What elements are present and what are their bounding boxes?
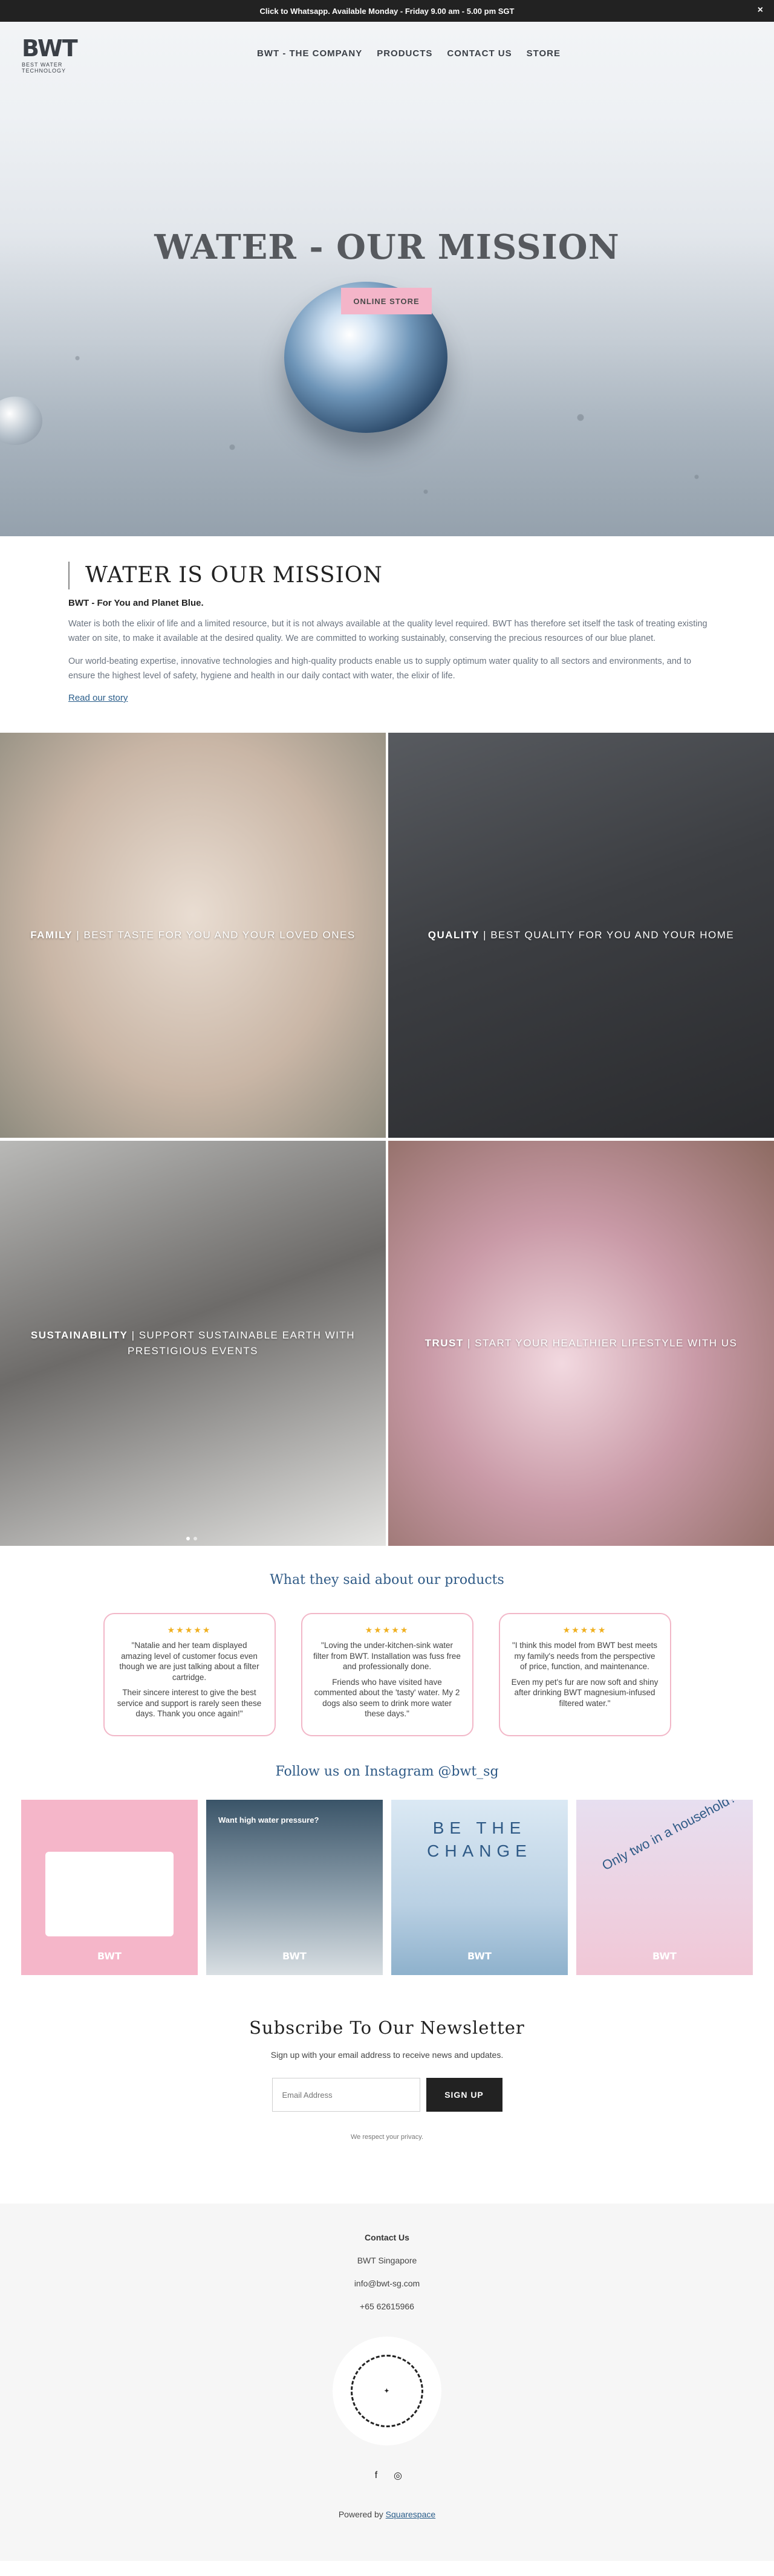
privacy-note: We respect your privacy. — [350, 2133, 424, 2141]
logo-mark: BWT — [22, 35, 78, 62]
announcement-text[interactable]: Click to Whatsapp. Available Monday - Fr… — [260, 7, 515, 16]
star-rating-icon: ★★★★★ — [167, 1625, 212, 1635]
nav-link-company[interactable]: BWT - THE COMPANY — [257, 48, 362, 59]
tile-caption: FAMILY | BEST TASTE FOR YOU AND YOUR LOV… — [18, 927, 368, 943]
testimonials-section: What they said about our products ★★★★★ … — [0, 1546, 774, 1760]
tile-caption-text: | BEST QUALITY FOR YOU AND YOUR HOME — [479, 929, 735, 941]
close-icon[interactable]: × — [758, 5, 763, 16]
mission-section: WATER IS OUR MISSION BWT - For You and P… — [0, 536, 774, 733]
tile-caption: SUSTAINABILITY | SUPPORT SUSTAINABLE EAR… — [0, 1328, 386, 1359]
bwt-logo: BWT — [282, 1950, 307, 1962]
tile-caption-bold: SUSTAINABILITY — [30, 1329, 128, 1341]
read-story-link[interactable]: Read our story — [68, 693, 128, 703]
contact-phone[interactable]: +65 62615966 — [0, 2302, 774, 2311]
mission-paragraph-2: Our world-beating expertise, innovative … — [68, 657, 692, 681]
instagram-grid: BWT Want high water pressure? BWT BE THE… — [0, 1800, 774, 1975]
logo-tagline: BEST WATER TECHNOLOGY — [22, 62, 67, 74]
hero-title: WATER - OUR MISSION — [154, 227, 620, 267]
newsletter-title: Subscribe To Our Newsletter — [249, 2017, 525, 2038]
tile-caption-text: | BEST TASTE FOR YOU AND YOUR LOVED ONES — [73, 929, 356, 941]
star-rating-icon: ★★★★★ — [365, 1625, 409, 1635]
badge-seal-icon: ✦ — [351, 2355, 423, 2427]
bwt-logo[interactable]: BWT BEST WATER TECHNOLOGY — [22, 35, 106, 74]
slide-dot[interactable] — [194, 1537, 197, 1540]
star-rating-icon: ★★★★★ — [562, 1625, 607, 1635]
main-nav: BWT - THE COMPANY PRODUCTS CONTACT US ST… — [257, 48, 561, 59]
tile-family[interactable]: FAMILY | BEST TASTE FOR YOU AND YOUR LOV… — [0, 733, 386, 1138]
powered-by: Powered by Squarespace — [0, 2509, 774, 2519]
contact-heading: Contact Us — [365, 2233, 409, 2242]
testimonials-title: What they said about our products — [270, 1572, 504, 1588]
sign-up-button[interactable]: SIGN UP — [426, 2078, 502, 2112]
values-grid: FAMILY | BEST TASTE FOR YOU AND YOUR LOV… — [0, 733, 774, 1546]
instagram-section: Follow us on Instagram @bwt_sg BWT Want … — [0, 1760, 774, 1975]
testimonial-card: ★★★★★ "Loving the under-kitchen-sink wat… — [301, 1613, 473, 1736]
testimonial-text-2: Their sincere interest to give the best … — [117, 1688, 262, 1718]
instagram-post[interactable]: BE THE CHANGE BWT — [391, 1800, 568, 1975]
bwt-logo: BWT — [467, 1950, 492, 1962]
instagram-post[interactable]: BWT — [21, 1800, 198, 1975]
site-header: BWT BEST WATER TECHNOLOGY BWT - THE COMP… — [0, 22, 774, 82]
bwt-logo: BWT — [652, 1950, 677, 1962]
squarespace-link[interactable]: Squarespace — [386, 2509, 436, 2519]
tile-caption-text: | START YOUR HEALTHIER LIFESTYLE WITH US — [463, 1337, 738, 1349]
hero-section: BWT BEST WATER TECHNOLOGY BWT - THE COMP… — [0, 22, 774, 536]
tile-sustainability[interactable]: SUSTAINABILITY | SUPPORT SUSTAINABLE EAR… — [0, 1141, 386, 1546]
slide-dot[interactable] — [186, 1537, 190, 1540]
instagram-title[interactable]: Follow us on Instagram @bwt_sg — [0, 1764, 774, 1779]
powered-by-text: Powered by — [338, 2509, 386, 2519]
testimonial-card: ★★★★★ "Natalie and her team displayed am… — [103, 1613, 276, 1736]
contact-email[interactable]: info@bwt-sg.com — [0, 2279, 774, 2288]
tile-caption-bold: TRUST — [424, 1337, 464, 1349]
tile-caption-text: | SUPPORT SUSTAINABLE EARTH WITH PRESTIG… — [128, 1329, 356, 1357]
testimonial-text-2: Even my pet's fur are now soft and shiny… — [511, 1677, 659, 1708]
bwt-logo: BWT — [97, 1950, 122, 1962]
tile-quality[interactable]: QUALITY | BEST QUALITY FOR YOU AND YOUR … — [388, 733, 774, 1138]
social-links: f ◎ — [0, 2470, 774, 2482]
nav-link-contact[interactable]: CONTACT US — [447, 48, 512, 59]
tile-caption: QUALITY | BEST QUALITY FOR YOU AND YOUR … — [416, 927, 747, 943]
newsletter-section: Subscribe To Our Newsletter Sign up with… — [0, 1975, 774, 2141]
facebook-icon[interactable]: f — [370, 2470, 382, 2482]
site-footer: Contact Us BWT Singapore info@bwt-sg.com… — [0, 2204, 774, 2561]
instagram-post[interactable]: Want high water pressure? BWT — [206, 1800, 383, 1975]
post-headline: Want high water pressure? — [218, 1815, 319, 1825]
mission-paragraph-1: Water is both the elixir of life and a l… — [68, 619, 707, 643]
testimonial-cards: ★★★★★ "Natalie and her team displayed am… — [0, 1613, 774, 1736]
testimonial-text-1: "I think this model from BWT best meets … — [512, 1641, 658, 1671]
company-name: BWT Singapore — [357, 2256, 417, 2265]
nav-link-products[interactable]: PRODUCTS — [377, 48, 432, 59]
tile-caption-bold: FAMILY — [30, 929, 73, 941]
online-store-button[interactable]: ONLINE STORE — [341, 288, 432, 314]
testimonial-text-1: "Loving the under-kitchen-sink water fil… — [313, 1641, 461, 1671]
tile-trust[interactable]: TRUST | START YOUR HEALTHIER LIFESTYLE W… — [388, 1141, 774, 1546]
certification-badge: ✦ — [333, 2337, 441, 2445]
mission-lead: BWT - For You and Planet Blue. — [68, 598, 204, 608]
tile-caption-bold: QUALITY — [428, 929, 480, 941]
slide-dots — [186, 1537, 197, 1540]
nav-link-store[interactable]: STORE — [527, 48, 561, 59]
post-headline: BE THE CHANGE — [427, 1818, 532, 1860]
post-screenshot — [45, 1852, 174, 1936]
newsletter-subtitle: Sign up with your email address to recei… — [270, 2050, 504, 2060]
testimonial-card: ★★★★★ "I think this model from BWT best … — [498, 1613, 671, 1736]
testimonial-text-2: Friends who have visited have commented … — [314, 1677, 460, 1719]
testimonial-text-1: "Natalie and her team displayed amazing … — [119, 1641, 259, 1682]
tile-caption: TRUST | START YOUR HEALTHIER LIFESTYLE W… — [413, 1335, 750, 1351]
instagram-post[interactable]: Only two in a household? BWT — [576, 1800, 753, 1975]
instagram-icon[interactable]: ◎ — [392, 2470, 404, 2482]
newsletter-form: SIGN UP — [0, 2078, 774, 2112]
announcement-bar[interactable]: Click to Whatsapp. Available Monday - Fr… — [0, 0, 774, 22]
mission-title: WATER IS OUR MISSION — [68, 562, 707, 589]
email-field[interactable] — [272, 2078, 420, 2112]
post-headline: Only two in a household? — [599, 1800, 739, 1874]
